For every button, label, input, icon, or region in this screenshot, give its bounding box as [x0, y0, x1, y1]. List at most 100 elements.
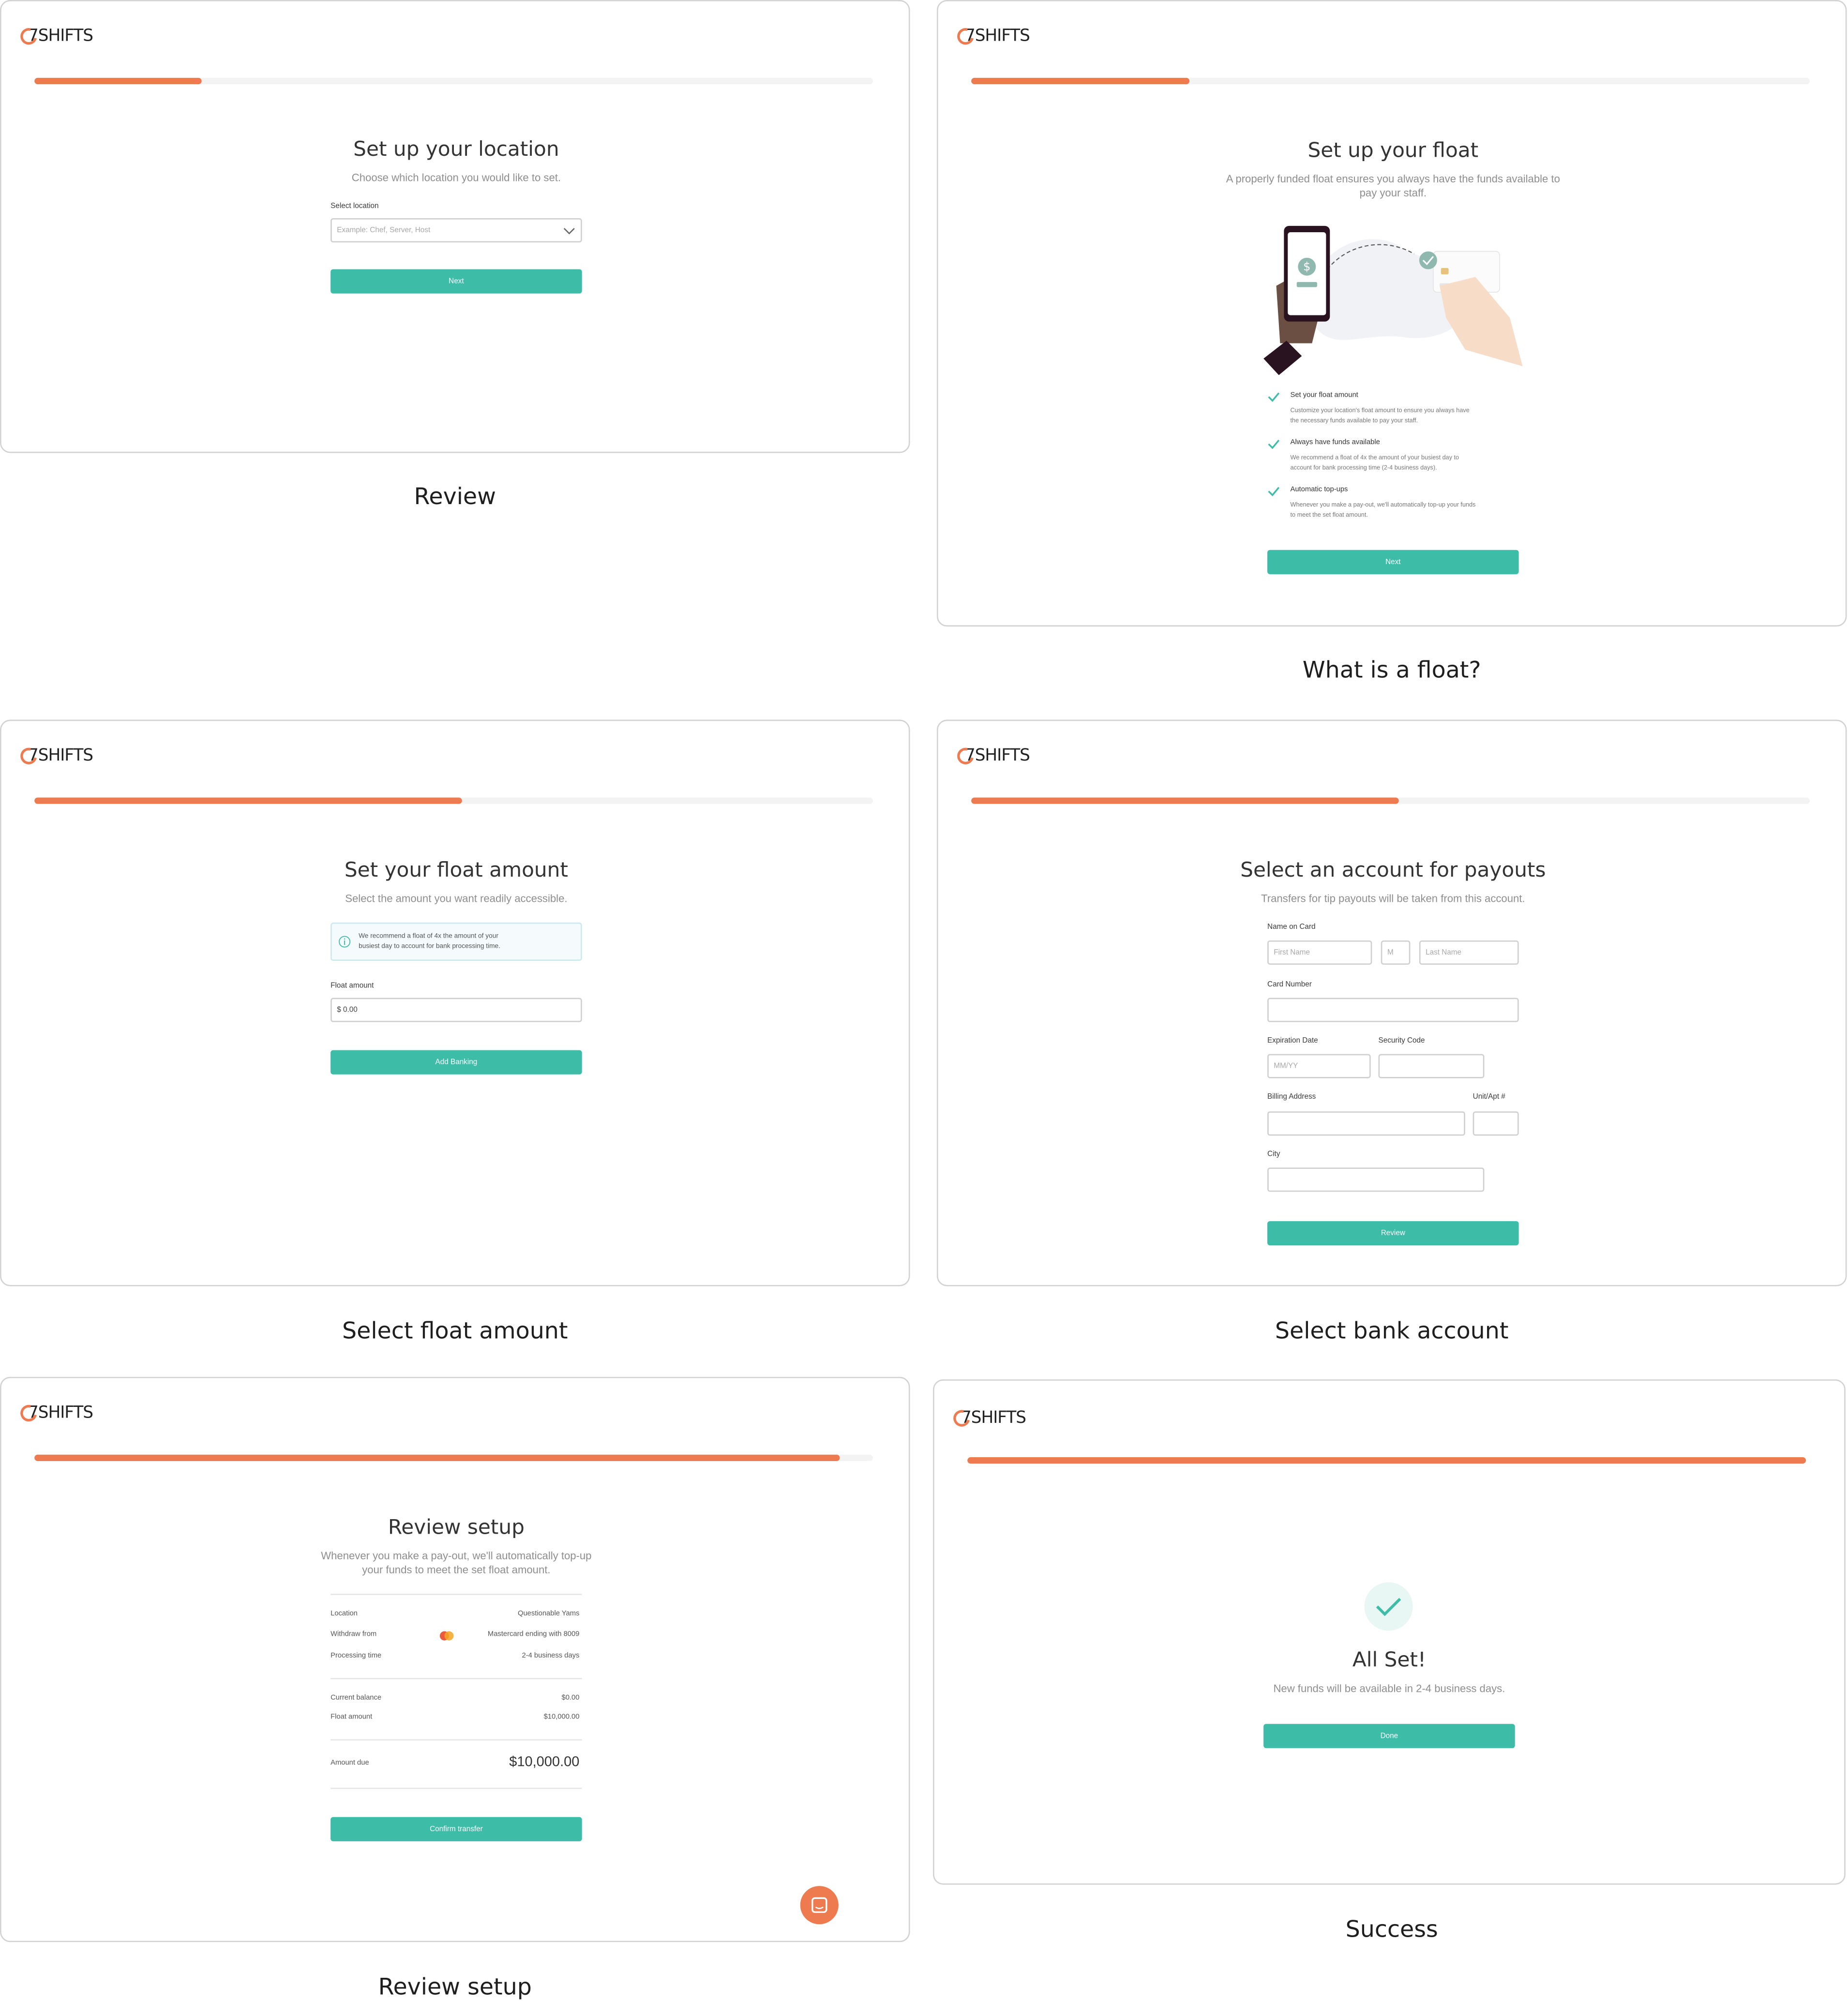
check-icon — [1268, 392, 1280, 402]
unit-label: Unit/Apt # — [1472, 1093, 1505, 1102]
divider — [331, 1739, 582, 1741]
page-title: Set your float amount — [344, 857, 568, 882]
next-button[interactable]: Next — [331, 269, 582, 294]
billing-address-field[interactable] — [1267, 1111, 1465, 1136]
summary-value: Mastercard ending with 8009 — [487, 1630, 580, 1639]
progress-fill — [34, 797, 462, 804]
page-subtitle-line1: Whenever you make a pay-out, we'll autom… — [321, 1549, 592, 1562]
screen-location: 7SHIFTS Set up your location Choose whic… — [0, 0, 910, 453]
caption-bank: Select bank account — [1275, 1318, 1509, 1345]
name-on-card-label: Name on Card — [1267, 924, 1316, 932]
summary-label: Withdraw from — [331, 1630, 377, 1639]
check-icon — [1268, 439, 1280, 449]
summary-label: Location — [331, 1610, 358, 1618]
info-icon — [339, 936, 351, 948]
feature-title: Set your float amount — [1290, 391, 1358, 400]
feature-text: Whenever you make a pay-out, we'll autom… — [1290, 503, 1476, 509]
logo-text: 7SHIFTS — [28, 746, 93, 766]
page-subtitle-line2: pay your staff. — [1359, 186, 1427, 199]
float-amount-label: Float amount — [331, 982, 374, 990]
page-subtitle: New funds will be available in 2-4 busin… — [1273, 1682, 1505, 1695]
city-label: City — [1267, 1151, 1280, 1159]
page-subtitle-line1: A properly funded float ensures you alwa… — [1226, 172, 1560, 185]
check-icon — [1268, 487, 1280, 496]
logo-text: 7SHIFTS — [28, 1404, 93, 1423]
feature-text: the necessary funds available to pay you… — [1290, 418, 1418, 425]
chat-launcher-button[interactable] — [800, 1886, 839, 1925]
middle-initial-field[interactable]: M — [1381, 940, 1411, 965]
page-title: Set up your float — [1307, 137, 1479, 162]
logo-text: 7SHIFTS — [28, 27, 93, 46]
confirm-transfer-button[interactable]: Confirm transfer — [331, 1817, 582, 1841]
summary-label: Float amount — [331, 1714, 373, 1721]
page-title: Review setup — [388, 1514, 525, 1539]
feature-title: Automatic top-ups — [1290, 486, 1348, 494]
summary-value: $0.00 — [561, 1694, 580, 1702]
caption-amount: Select float amount — [342, 1318, 568, 1345]
divider — [331, 1678, 582, 1679]
select-placeholder: Example: Chef, Server, Host — [337, 226, 431, 234]
security-code-field[interactable] — [1378, 1054, 1485, 1078]
billing-address-label: Billing Address — [1267, 1093, 1316, 1102]
screen-float: 7SHIFTS Set up your float A properly fun… — [936, 0, 1847, 627]
last-name-field[interactable]: Last Name — [1419, 940, 1519, 965]
screen-amount: 7SHIFTS Set your float amount Select the… — [0, 719, 910, 1286]
city-field[interactable] — [1267, 1167, 1485, 1192]
info-text: We recommend a float of 4x the amount of… — [359, 933, 498, 941]
amount-due-label: Amount due — [331, 1760, 369, 1767]
feature-title: Always have funds available — [1290, 439, 1380, 447]
float-illustration: $ — [1263, 225, 1523, 375]
caption-location: Review — [414, 483, 496, 510]
first-name-field[interactable]: First Name — [1267, 940, 1372, 965]
progress-track — [967, 1457, 1806, 1464]
logo: 7SHIFTS — [17, 745, 93, 768]
caption-review: Review setup — [378, 1974, 532, 2001]
logo: 7SHIFTS — [17, 25, 93, 48]
page-subtitle-line2: your funds to meet the set float amount. — [362, 1563, 551, 1576]
logo-text: 7SHIFTS — [964, 746, 1030, 766]
progress-track — [971, 77, 1810, 85]
feature-text: account for bank processing time (2-4 bu… — [1290, 465, 1437, 472]
expiration-field[interactable]: MM/YY — [1267, 1054, 1371, 1078]
page-title: Select an account for payouts — [1240, 857, 1546, 882]
progress-fill — [967, 1457, 1806, 1464]
mastercard-icon — [439, 1631, 454, 1641]
screen-success: 7SHIFTS All Set! New funds will be avail… — [933, 1379, 1846, 1885]
summary-value: 2-4 business days — [522, 1652, 580, 1660]
caption-success: Success — [1345, 1916, 1438, 1943]
float-amount-input[interactable]: $ 0.00 — [331, 998, 582, 1022]
unit-field[interactable] — [1472, 1111, 1519, 1136]
progress-track — [34, 797, 873, 804]
progress-track — [34, 1454, 873, 1461]
logo-text: 7SHIFTS — [961, 1408, 1026, 1428]
progress-fill — [34, 1454, 840, 1461]
summary-value: Questionable Yams — [518, 1610, 580, 1618]
progress-fill — [971, 797, 1399, 804]
done-button[interactable]: Done — [1263, 1724, 1515, 1748]
feature-text: to meet the set float amount. — [1290, 513, 1368, 520]
summary-label: Current balance — [331, 1694, 382, 1702]
progress-track — [971, 797, 1810, 804]
page-title: All Set! — [1352, 1647, 1426, 1672]
select-location-dropdown[interactable]: Example: Chef, Server, Host — [331, 218, 582, 243]
page-subtitle: Select the amount you want readily acces… — [345, 892, 568, 905]
logo-text: 7SHIFTS — [964, 27, 1030, 46]
review-button[interactable]: Review — [1267, 1221, 1519, 1246]
logo: 7SHIFTS — [17, 1402, 93, 1425]
security-code-label: Security Code — [1378, 1037, 1425, 1045]
svg-text:$: $ — [1303, 260, 1310, 273]
logo: 7SHIFTS — [954, 25, 1030, 48]
chat-icon — [811, 1897, 827, 1913]
divider — [331, 1788, 582, 1789]
chevron-down-icon — [563, 228, 575, 235]
divider — [331, 1594, 582, 1595]
check-icon — [1376, 1598, 1401, 1616]
next-button[interactable]: Next — [1267, 550, 1519, 574]
success-badge — [1364, 1582, 1413, 1631]
screen-review: 7SHIFTS Review setup Whenever you make a… — [0, 1376, 910, 1942]
card-number-field[interactable] — [1267, 998, 1519, 1022]
expiration-label: Expiration Date — [1267, 1037, 1318, 1045]
canvas: 7SHIFTS Set up your location Choose whic… — [0, 0, 1848, 2001]
add-banking-button[interactable]: Add Banking — [331, 1050, 582, 1075]
info-callout: We recommend a float of 4x the amount of… — [331, 922, 582, 961]
